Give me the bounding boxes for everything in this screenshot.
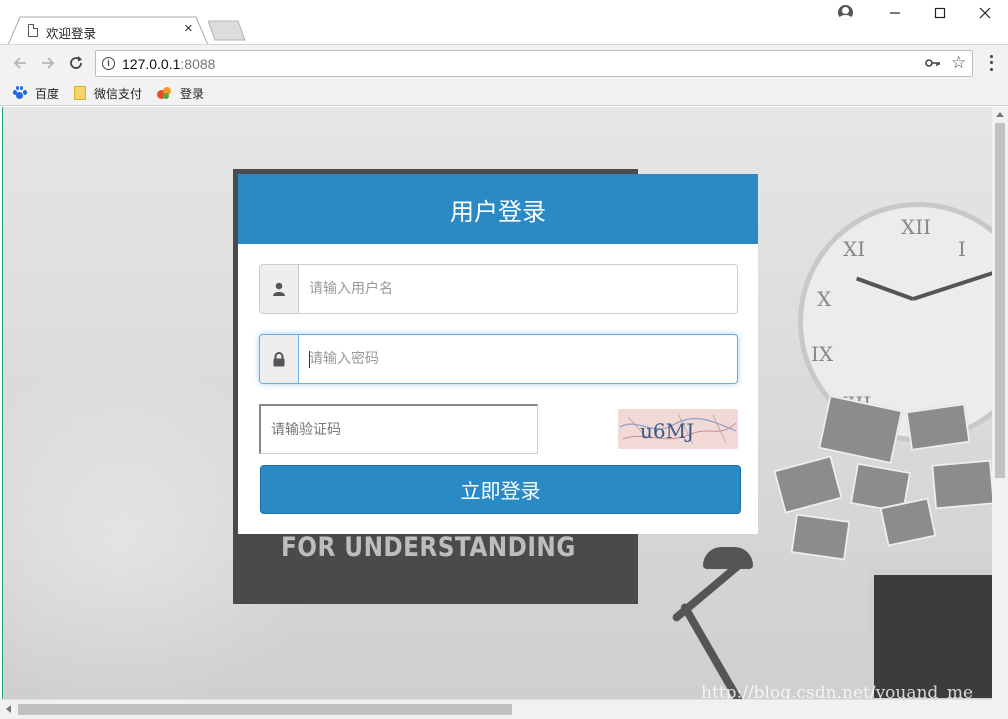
leaf-icon (157, 86, 172, 100)
poster-text: FOR UNDERSTANDING (281, 532, 576, 563)
new-tab-button[interactable] (208, 20, 246, 41)
text-caret (309, 351, 310, 368)
folder-icon (74, 86, 86, 100)
menu-dots-icon[interactable] (985, 53, 997, 73)
minimize-icon (890, 12, 900, 14)
scrollbar-corner (992, 699, 1008, 719)
username-field[interactable] (259, 264, 738, 314)
user-icon (260, 265, 299, 313)
tab-shape (8, 16, 208, 45)
key-icon[interactable] (925, 56, 941, 73)
vertical-scrollbar[interactable] (992, 107, 1008, 699)
tab-close-icon[interactable]: × (184, 21, 193, 37)
browser-tab[interactable]: 欢迎登录 × (8, 16, 208, 45)
captcha-input[interactable] (261, 406, 537, 453)
forward-button[interactable] (38, 53, 58, 73)
bookmark-baidu[interactable]: 百度 (12, 85, 59, 101)
watermark-text: http://blog.csdn.net/youand_me (701, 683, 973, 699)
baidu-paw-icon (12, 86, 27, 100)
bookmarks-bar: 百度 微信支付 登录 (0, 80, 1008, 106)
window-close-button[interactable] (962, 0, 1008, 26)
url-host: 127.0.0.1 (122, 56, 181, 72)
login-title: 用户登录 (450, 197, 546, 226)
browser-toolbar: i 127.0.0.1:8088 ☆ (0, 44, 1008, 80)
back-arrow-icon (13, 57, 26, 69)
bookmark-label: 登录 (180, 86, 205, 101)
background-monitor (868, 569, 992, 699)
page-icon (28, 24, 38, 37)
info-icon[interactable]: i (102, 57, 115, 70)
reload-icon (70, 56, 82, 69)
tab-title: 欢迎登录 (46, 27, 97, 41)
scroll-up-arrow-icon[interactable] (996, 112, 1004, 117)
bookmark-star-icon[interactable]: ☆ (951, 53, 966, 73)
login-panel: 用户登录 请输入用户名 请输验证码 u6MJ 立即登录 (238, 174, 758, 534)
lock-icon (260, 335, 299, 383)
scroll-left-arrow-icon[interactable] (6, 705, 11, 713)
url-text[interactable]: 127.0.0.1:8088 (122, 56, 215, 72)
captcha-image[interactable]: u6MJ (618, 409, 738, 449)
forward-arrow-icon (42, 57, 55, 69)
horizontal-scrollbar[interactable] (0, 699, 992, 719)
page-viewport: FOR UNDERSTANDING XII XI X IX VIII I htt… (2, 107, 992, 699)
close-icon (979, 7, 991, 19)
captcha-graphic: u6MJ (619, 413, 737, 445)
browser-title-bar: 欢迎登录 × (0, 0, 1008, 45)
maximize-button[interactable] (917, 0, 963, 26)
horizontal-scroll-thumb[interactable] (18, 704, 512, 715)
address-bar[interactable]: i 127.0.0.1:8088 ☆ (95, 50, 973, 77)
login-header: 用户登录 (238, 174, 758, 244)
password-input[interactable] (299, 335, 737, 383)
bookmark-login[interactable]: 登录 (157, 85, 204, 101)
profile-icon[interactable] (838, 5, 853, 20)
minimize-button[interactable] (872, 0, 918, 26)
maximize-icon (934, 7, 946, 19)
back-button[interactable] (10, 53, 30, 73)
bookmark-label: 百度 (35, 86, 60, 101)
password-field[interactable] (259, 334, 738, 384)
captcha-field[interactable] (259, 404, 538, 454)
url-port: :8088 (180, 56, 216, 72)
captcha-char: u6MJ (640, 419, 694, 443)
login-button[interactable]: 立即登录 (260, 465, 741, 514)
vertical-scroll-thumb[interactable] (995, 123, 1005, 478)
bookmark-label: 微信支付 (94, 86, 143, 101)
reload-button[interactable] (66, 53, 86, 73)
bookmark-wechat-pay[interactable]: 微信支付 (74, 85, 142, 101)
username-input[interactable] (299, 265, 737, 313)
